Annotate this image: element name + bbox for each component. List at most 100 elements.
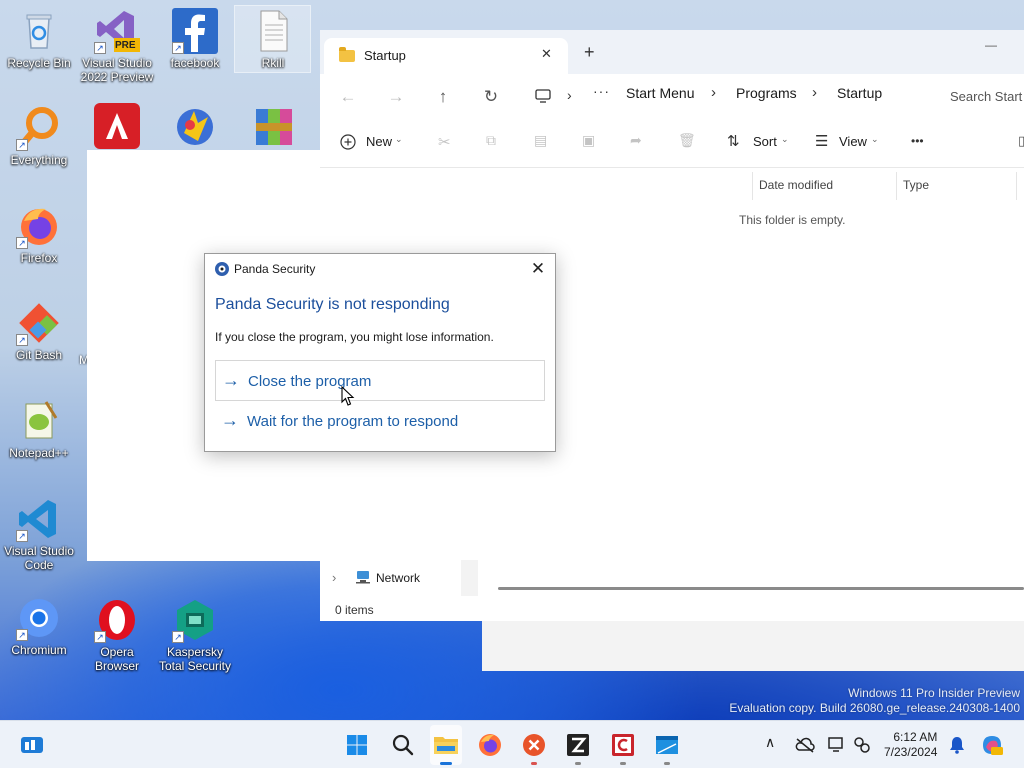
desktop-icon-label: Firefox [20,251,58,265]
search-icon[interactable] [391,733,415,757]
network-status-icon[interactable] [853,736,871,754]
winrar-archive-icon [250,103,296,149]
desktop-icon-everything[interactable]: ↗ Everything [0,105,78,167]
desktop-icon-opera[interactable]: ↗ Opera Browser [78,597,156,673]
search-input[interactable]: Search Start [940,80,1024,114]
x-app-icon[interactable] [522,733,546,757]
breadcrumb-start-menu[interactable]: Start Menu [626,85,694,101]
desktop-icon-label-line2: Code [24,558,54,572]
sidebar-item-network[interactable]: Network [376,571,420,585]
vscode-icon: ↗ [16,496,62,542]
dialog-close-icon[interactable]: ✕ [527,258,549,280]
desktop-icon-vscode[interactable]: ↗ Visual Studio Code [0,496,78,572]
clock-date: 7/23/2024 [884,745,938,759]
tab-startup[interactable]: Startup ✕ [324,38,568,74]
file-explorer-taskbar-button[interactable] [430,725,462,765]
background-window [482,621,1024,671]
chevron-right-icon: › [567,87,572,103]
column-header-type[interactable]: Type [903,178,929,192]
new-tab-icon[interactable]: + [584,42,595,63]
dialog-title: Panda Security [234,262,316,276]
close-the-program-button[interactable]: → Close the program [215,360,545,401]
chevron-down-icon: ⌄ [871,134,879,144]
notification-bell-icon[interactable] [949,736,965,754]
visual-studio-icon: PRE ↗ [94,8,140,54]
desktop-icon-label-line1: Visual Studio [4,544,74,558]
taskbar: ∧ 6:12 AM 7/23/2024 [0,720,1024,768]
app-indicator [620,762,626,765]
cut-icon[interactable]: ✂ [438,133,451,151]
desktop-icon-label: Everything [10,153,68,167]
desktop-icon-firefox[interactable]: ↗ Firefox [0,203,78,265]
horizontal-scrollbar[interactable] [498,587,1024,590]
desktop-icon-recycle-bin[interactable]: Recycle Bin [0,8,78,70]
windows-watermark: Windows 11 Pro Insider Preview Evaluatio… [729,686,1020,716]
desktop-icon-label-line2: Browser [94,659,139,673]
refresh-icon[interactable]: ↻ [476,82,506,112]
breadcrumb-programs[interactable]: Programs [736,85,797,101]
desktop-icon-facebook[interactable]: ↗ facebook [156,8,234,70]
back-arrow-icon[interactable]: ← [333,82,363,112]
minimize-icon[interactable]: — [985,38,997,52]
column-header-date-modified[interactable]: Date modified [759,178,833,192]
share-icon[interactable]: ➦ [630,132,642,149]
empty-folder-message: This folder is empty. [739,213,846,227]
pre-badge: PRE [115,40,136,51]
app-indicator [531,762,537,765]
desktop-icon-avira[interactable] [78,103,156,149]
desktop-icon-chromium[interactable]: ↗ Chromium [0,595,78,657]
plus-circle-icon [340,134,356,150]
tab-close-icon[interactable]: ✕ [541,46,552,62]
delete-icon[interactable]: 🗑 [678,132,696,149]
paste-icon[interactable]: ▤ [534,132,547,149]
forward-arrow-icon[interactable]: → [381,82,411,112]
sidebar-scrollbar[interactable] [461,560,478,596]
show-hidden-icons-chevron-icon[interactable]: ∧ [765,734,775,751]
explorer-address-bar: ← → ↑ ↻ › ··· Start Menu › Programs › St… [320,74,1024,120]
details-pane-icon[interactable]: ▯ [1018,133,1024,149]
shortcut-arrow-icon: ↗ [172,42,184,54]
notepad-plus-plus-icon [16,398,62,444]
chevron-right-icon: › [711,84,716,101]
desktop-icon-label: Notepad++ [9,446,69,460]
desktop-icon-visual-studio[interactable]: PRE ↗ Visual Studio 2022 Preview [78,8,156,84]
shortcut-arrow-icon: ↗ [94,631,106,643]
desktop-icon-rkill[interactable]: Rkill [234,8,312,70]
ellipsis-icon[interactable]: ··· [593,83,610,99]
desktop-icon-app-partial[interactable] [156,103,234,149]
desktop-icon-git-bash[interactable]: ↗ Git Bash [0,300,78,362]
watermark-line1: Windows 11 Pro Insider Preview [848,686,1020,700]
arrow-right-icon: → [222,370,240,390]
start-icon[interactable] [346,734,368,756]
view-icon: ☰ [815,133,829,150]
wait-for-program-button[interactable]: → Wait for the program to respond [215,401,545,442]
column-divider [752,172,753,200]
expand-chevron-icon[interactable]: › [332,570,336,585]
display-icon[interactable] [827,736,845,754]
z-app-icon[interactable] [566,733,590,757]
network-icon [356,571,370,584]
shortcut-arrow-icon: ↗ [16,530,28,542]
c-app-icon[interactable] [611,733,635,757]
more-options-icon[interactable]: ••• [911,134,924,148]
active-indicator [440,762,452,765]
desktop-icon-label: Git Bash [15,348,63,362]
app-indicator [575,762,581,765]
rename-icon[interactable]: ▣ [582,132,595,149]
kaspersky-icon: ↗ [172,597,218,643]
up-arrow-icon[interactable]: ↑ [428,82,458,112]
window-app-icon[interactable] [655,733,679,757]
desktop-icon-kaspersky[interactable]: ↗ Kaspersky Total Security [156,597,234,673]
recycle-bin-icon [16,8,62,54]
copilot-icon[interactable] [980,733,1004,757]
desktop-icon-notepad-plus-plus[interactable]: Notepad++ [0,398,78,460]
breadcrumb-startup[interactable]: Startup [837,85,882,101]
status-item-count: 0 items [335,603,374,617]
desktop-icon-label-line2: 2022 Preview [80,70,154,84]
firefox-icon[interactable] [478,733,502,757]
taskbar-clock[interactable]: 6:12 AM 7/23/2024 [884,730,937,760]
widgets-icon[interactable] [20,735,44,755]
onedrive-offline-icon[interactable] [795,737,815,753]
desktop-icon-archive-partial[interactable] [234,103,312,149]
copy-icon[interactable]: ⧉ [486,132,496,149]
